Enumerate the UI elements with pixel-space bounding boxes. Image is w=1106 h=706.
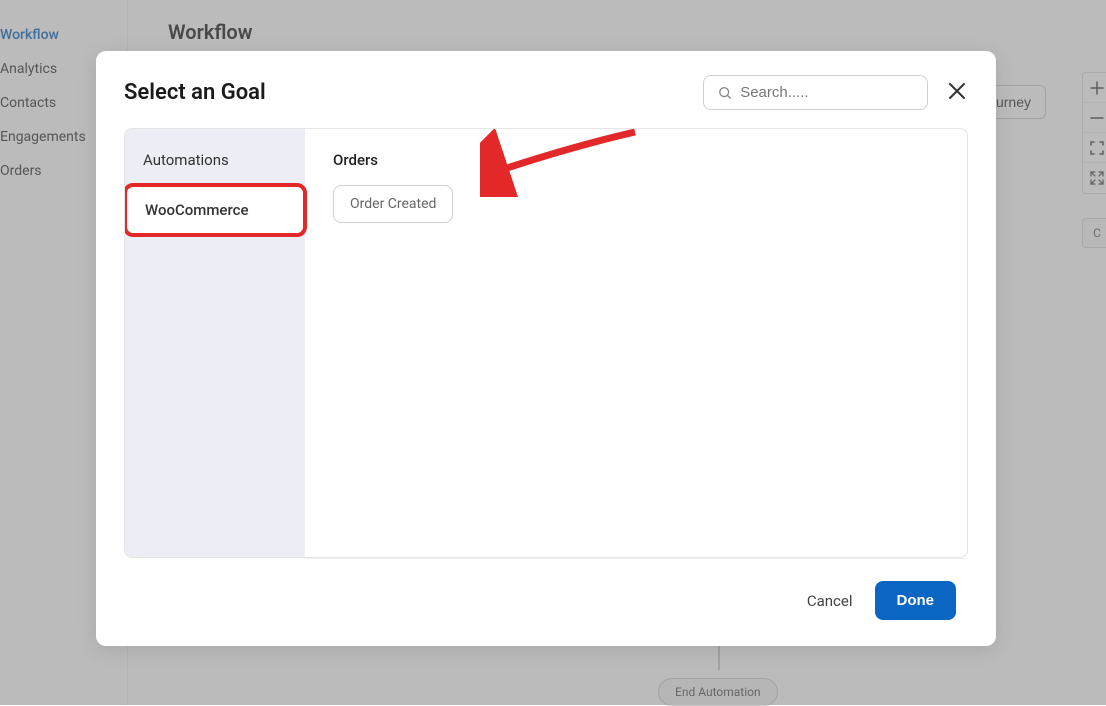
done-button[interactable]: Done: [875, 581, 957, 620]
modal-body: Automations WooCommerce Orders Order Cre…: [124, 128, 968, 558]
category-woocommerce[interactable]: WooCommerce: [124, 183, 307, 237]
search-icon: [718, 85, 732, 101]
section-title-orders: Orders: [333, 151, 939, 169]
cancel-button[interactable]: Cancel: [807, 592, 853, 610]
select-goal-modal: Select an Goal Automations WooCommerce O…: [96, 51, 996, 646]
close-icon: [948, 82, 966, 100]
modal-header: Select an Goal: [96, 51, 996, 128]
category-automations[interactable]: Automations: [125, 137, 305, 183]
goal-chip-order-created[interactable]: Order Created: [333, 185, 453, 223]
search-input[interactable]: [740, 84, 913, 101]
close-button[interactable]: [948, 82, 966, 104]
category-content: Orders Order Created: [305, 129, 967, 557]
search-box[interactable]: [703, 75, 928, 110]
modal-footer: Cancel Done: [96, 559, 996, 646]
modal-title: Select an Goal: [124, 80, 266, 105]
category-sidebar: Automations WooCommerce: [125, 129, 305, 557]
